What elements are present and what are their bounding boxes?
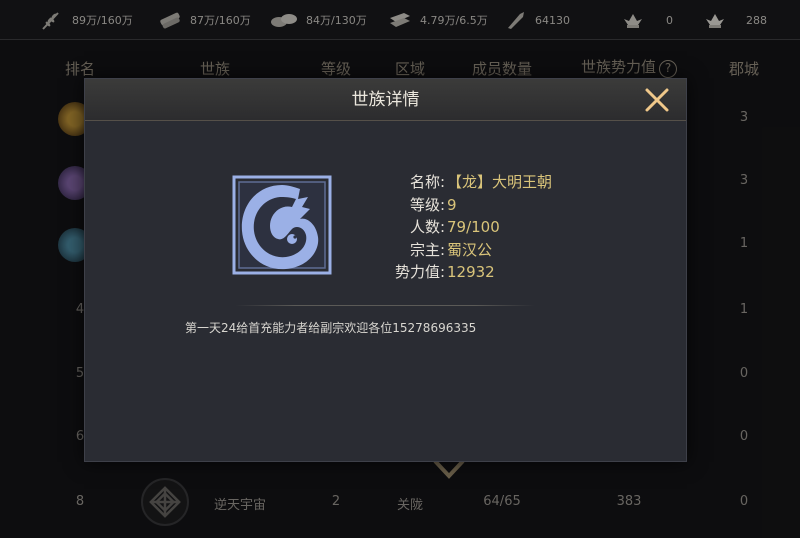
clan-detail-dialog: 世族详情 名称: 【龙】大明王朝 等级: 9 人数: 79/100 宗主: 蜀汉公 势力…	[84, 78, 687, 462]
resource-wheat[interactable]: 89万/160万	[40, 0, 133, 40]
silver-value: 288	[746, 13, 767, 27]
close-icon[interactable]	[642, 85, 672, 115]
clan-info: 名称: 【龙】大明王朝 等级: 9 人数: 79/100 宗主: 蜀汉公 势力值: 129…	[385, 171, 552, 284]
info-leader-row: 宗主: 蜀汉公	[385, 239, 552, 262]
count-label: 人数:	[409, 218, 445, 236]
info-level-row: 等级: 9	[385, 194, 552, 217]
stone-value: 84万/130万	[306, 14, 367, 27]
power-label: 势力值:	[394, 263, 445, 281]
resource-stone[interactable]: 84万/130万	[270, 0, 367, 40]
level-label: 等级:	[409, 195, 445, 214]
order-value: 64130	[535, 13, 570, 27]
resource-silver[interactable]: 288	[704, 0, 767, 40]
info-power-row: 势力值: 12932	[385, 261, 552, 284]
dialog-header: 世族详情	[85, 79, 686, 121]
order-icon	[508, 12, 524, 29]
wood-value: 87万/160万	[190, 14, 251, 27]
clan-notice: 第一天24给首充能力者给副宗欢迎各位15278696335	[185, 321, 477, 335]
wolf-emblem-icon	[232, 175, 332, 275]
iron-value: 4.79万/6.5万	[420, 14, 488, 27]
resource-gold[interactable]: 0	[622, 0, 673, 40]
stone-icon	[271, 14, 297, 27]
level-value: 9	[447, 195, 457, 214]
name-value: 【龙】大明王朝	[447, 173, 553, 191]
info-count-row: 人数: 79/100	[385, 216, 552, 239]
silver-icon	[706, 14, 724, 28]
iron-icon	[390, 13, 410, 27]
resource-bar: 89万/160万 87万/160万 84万/130万 4.79万/6.5万 64…	[0, 0, 800, 40]
dialog-title: 世族详情	[351, 90, 420, 110]
resource-iron[interactable]: 4.79万/6.5万	[388, 0, 488, 40]
leader-label: 宗主:	[409, 240, 445, 259]
info-name-row: 名称: 【龙】大明王朝	[385, 171, 552, 194]
leader-value: 蜀汉公	[447, 240, 493, 259]
resource-order[interactable]: 64130	[505, 0, 570, 40]
wood-icon	[160, 12, 180, 29]
divider	[235, 305, 535, 306]
gold-value: 0	[666, 13, 673, 27]
wheat-icon	[42, 12, 59, 30]
wheat-value: 89万/160万	[72, 14, 133, 27]
resource-wood[interactable]: 87万/160万	[158, 0, 251, 40]
name-label: 名称:	[409, 173, 445, 191]
gold-icon	[624, 14, 642, 28]
power-value: 12932	[447, 263, 495, 281]
count-value: 79/100	[447, 218, 500, 236]
